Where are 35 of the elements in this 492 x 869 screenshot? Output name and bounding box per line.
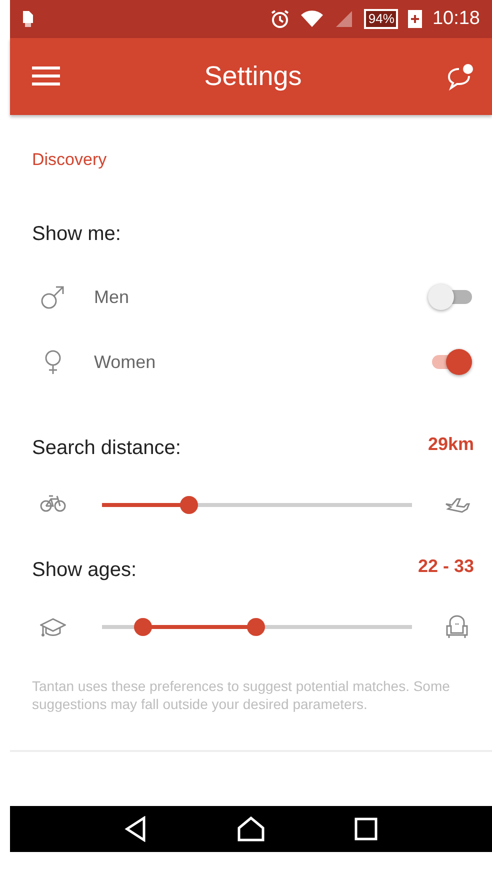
charging-plus-icon	[408, 10, 422, 28]
signal-icon	[334, 9, 354, 29]
home-button[interactable]	[236, 816, 265, 842]
alarm-clock-icon	[270, 9, 290, 29]
slider-track[interactable]	[102, 496, 412, 514]
slider-reading: 22 - 33	[418, 555, 474, 578]
slider-thumb[interactable]	[134, 618, 152, 636]
menu-button[interactable]	[32, 64, 60, 88]
slider-label: Show ages:	[32, 558, 137, 582]
menu-icon	[32, 66, 60, 86]
male-symbol-icon	[40, 284, 66, 310]
back-button[interactable]	[124, 816, 148, 842]
toggle-switch[interactable]	[428, 282, 472, 312]
option-label: Women	[94, 350, 157, 374]
slider-thumb[interactable]	[247, 618, 266, 636]
chat-button[interactable]	[446, 62, 474, 90]
sim-card-icon	[22, 10, 34, 28]
show-me-label: Show me:	[31, 222, 122, 246]
home-icon	[236, 816, 265, 842]
recents-button[interactable]	[354, 816, 378, 842]
slider-thumb[interactable]	[180, 496, 198, 514]
slider-label: Search distance:	[32, 436, 181, 460]
speech-bubble-icon	[446, 62, 474, 90]
option-label: Men	[94, 286, 130, 308]
section-heading: Discovery	[31, 149, 108, 171]
back-icon	[124, 816, 148, 842]
battery-level: 94%	[364, 9, 398, 29]
footnote-text: Tantan uses these preferences to suggest potential matches. Some suggestions may fall outside your desired parameters.	[31, 676, 451, 714]
recents-icon	[354, 816, 378, 841]
wifi-icon	[300, 9, 324, 29]
status-time: 10:18	[432, 6, 480, 31]
slider-reading: 29km	[428, 433, 474, 456]
app-title: Settings	[203, 60, 303, 93]
armchair-icon	[444, 614, 470, 640]
slider-track[interactable]	[102, 618, 412, 636]
